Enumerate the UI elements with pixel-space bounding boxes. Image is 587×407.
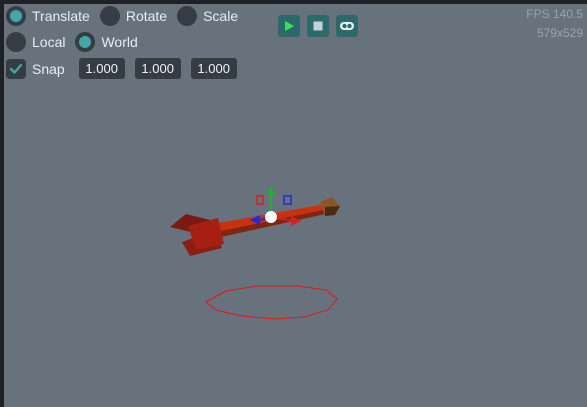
gizmo-center-handle[interactable] [265,211,277,223]
rocket-nose-shade [325,206,340,216]
gizmo-yz-plane[interactable] [283,195,292,205]
translate-gizmo[interactable] [250,186,301,226]
scene-viewport[interactable]: Translate Rotate Scale Local World Snap … [4,4,587,407]
scene-canvas [170,186,340,320]
ground-ring [205,285,338,320]
gizmo-y-arrow[interactable] [267,186,275,195]
rocket-model[interactable] [170,197,340,256]
gizmo-xy-plane[interactable] [256,195,264,205]
